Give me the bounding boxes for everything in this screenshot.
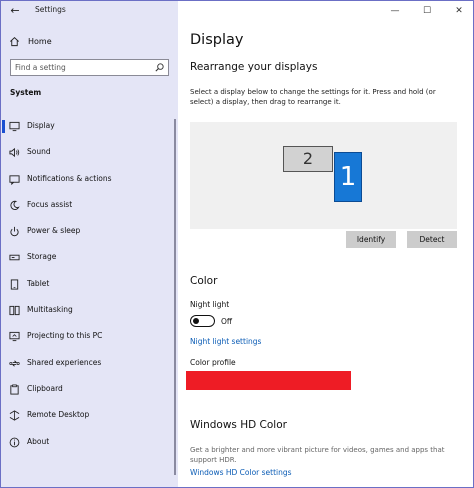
sidebar: ← Settings Home System Display Sound — [1, 1, 178, 487]
hd-color-settings-link[interactable]: Windows HD Color settings — [190, 468, 292, 477]
maximize-icon[interactable]: ☐ — [417, 3, 437, 19]
notification-icon — [9, 174, 20, 185]
speaker-icon — [9, 148, 20, 158]
tablet-icon — [10, 279, 19, 290]
night-light-state: Off — [221, 317, 233, 326]
monitor-1[interactable]: 1 — [334, 152, 362, 202]
sidebar-item-label: Tablet — [27, 278, 50, 288]
power-icon — [10, 227, 19, 237]
clipboard-icon — [10, 384, 19, 395]
settings-window: ← Settings Home System Display Sound — [0, 0, 474, 488]
window-title: Settings — [35, 5, 66, 14]
sidebar-item-label: Notifications & actions — [27, 173, 112, 183]
sidebar-item-label: Clipboard — [27, 383, 63, 393]
home-nav-item[interactable]: Home — [1, 33, 178, 51]
sidebar-item-shared-experiences[interactable]: Shared experiences — [1, 351, 178, 377]
info-icon — [9, 437, 20, 447]
shared-icon — [9, 360, 20, 367]
sidebar-item-power-sleep[interactable]: Power & sleep — [1, 219, 178, 245]
sidebar-item-sound[interactable]: Sound — [1, 140, 178, 166]
minimize-icon[interactable]: — — [385, 3, 405, 19]
sidebar-item-notifications[interactable]: Notifications & actions — [1, 167, 178, 193]
active-indicator — [2, 120, 5, 133]
sidebar-item-label: About — [27, 436, 50, 446]
sidebar-item-projecting[interactable]: Projecting to this PC — [1, 324, 178, 350]
storage-icon — [9, 255, 20, 261]
home-icon — [10, 37, 19, 47]
sidebar-item-label: Multitasking — [27, 305, 73, 315]
search-box[interactable] — [10, 59, 169, 76]
sidebar-item-focus-assist[interactable]: Focus assist — [1, 193, 178, 219]
system-nav-list: Display Sound Notifications & actions Fo… — [1, 114, 178, 456]
sidebar-item-tablet[interactable]: Tablet — [1, 272, 178, 298]
title-bar: ← Settings — [1, 1, 178, 21]
identify-button[interactable]: Identify — [346, 231, 396, 248]
sidebar-item-clipboard[interactable]: Clipboard — [1, 377, 178, 403]
moon-icon — [10, 200, 20, 210]
sidebar-item-label: Shared experiences — [27, 357, 102, 367]
night-light-toggle[interactable] — [190, 315, 215, 327]
sidebar-item-label: Sound — [27, 147, 51, 157]
night-light-settings-link[interactable]: Night light settings — [190, 337, 261, 346]
sidebar-scrollbar[interactable] — [174, 119, 176, 475]
close-icon[interactable]: ✕ — [449, 3, 469, 19]
sidebar-item-label: Display — [27, 121, 55, 130]
toggle-knob — [193, 318, 199, 324]
sidebar-item-label: Power & sleep — [27, 226, 81, 236]
page-title: Display — [190, 32, 244, 48]
color-heading: Color — [190, 275, 218, 287]
search-input[interactable] — [15, 62, 145, 73]
rearrange-description: Select a display below to change the set… — [190, 88, 436, 106]
sidebar-item-storage[interactable]: Storage — [1, 245, 178, 271]
multitasking-icon — [9, 305, 20, 316]
redacted-region — [186, 371, 351, 390]
back-arrow-icon[interactable]: ← — [7, 3, 23, 19]
monitor-icon — [9, 121, 20, 132]
color-profile-label: Color profile — [190, 358, 236, 367]
sidebar-item-about[interactable]: About — [1, 430, 178, 456]
section-heading: System — [10, 88, 42, 97]
night-light-label: Night light — [190, 300, 230, 309]
projecting-icon — [9, 332, 20, 342]
sidebar-item-label: Focus assist — [27, 199, 73, 209]
detect-button[interactable]: Detect — [407, 231, 457, 248]
monitor-2[interactable]: 2 — [283, 146, 333, 172]
home-label: Home — [28, 37, 52, 46]
sidebar-item-multitasking[interactable]: Multitasking — [1, 298, 178, 324]
display-arrangement-area[interactable]: 2 1 — [190, 122, 457, 229]
sidebar-item-display[interactable]: Display — [1, 114, 178, 140]
remote-icon — [9, 410, 20, 421]
hd-color-description: Get a brighter and more vibrant picture … — [190, 446, 445, 464]
sidebar-item-remote-desktop[interactable]: Remote Desktop — [1, 403, 178, 429]
search-icon[interactable] — [154, 62, 165, 73]
sidebar-item-label: Remote Desktop — [27, 410, 90, 420]
sidebar-item-label: Storage — [27, 252, 57, 262]
sidebar-item-label: Projecting to this PC — [27, 331, 103, 341]
window-controls: — ☐ ✕ — [383, 1, 473, 21]
hd-color-heading: Windows HD Color — [190, 419, 287, 431]
rearrange-heading: Rearrange your displays — [190, 61, 318, 73]
